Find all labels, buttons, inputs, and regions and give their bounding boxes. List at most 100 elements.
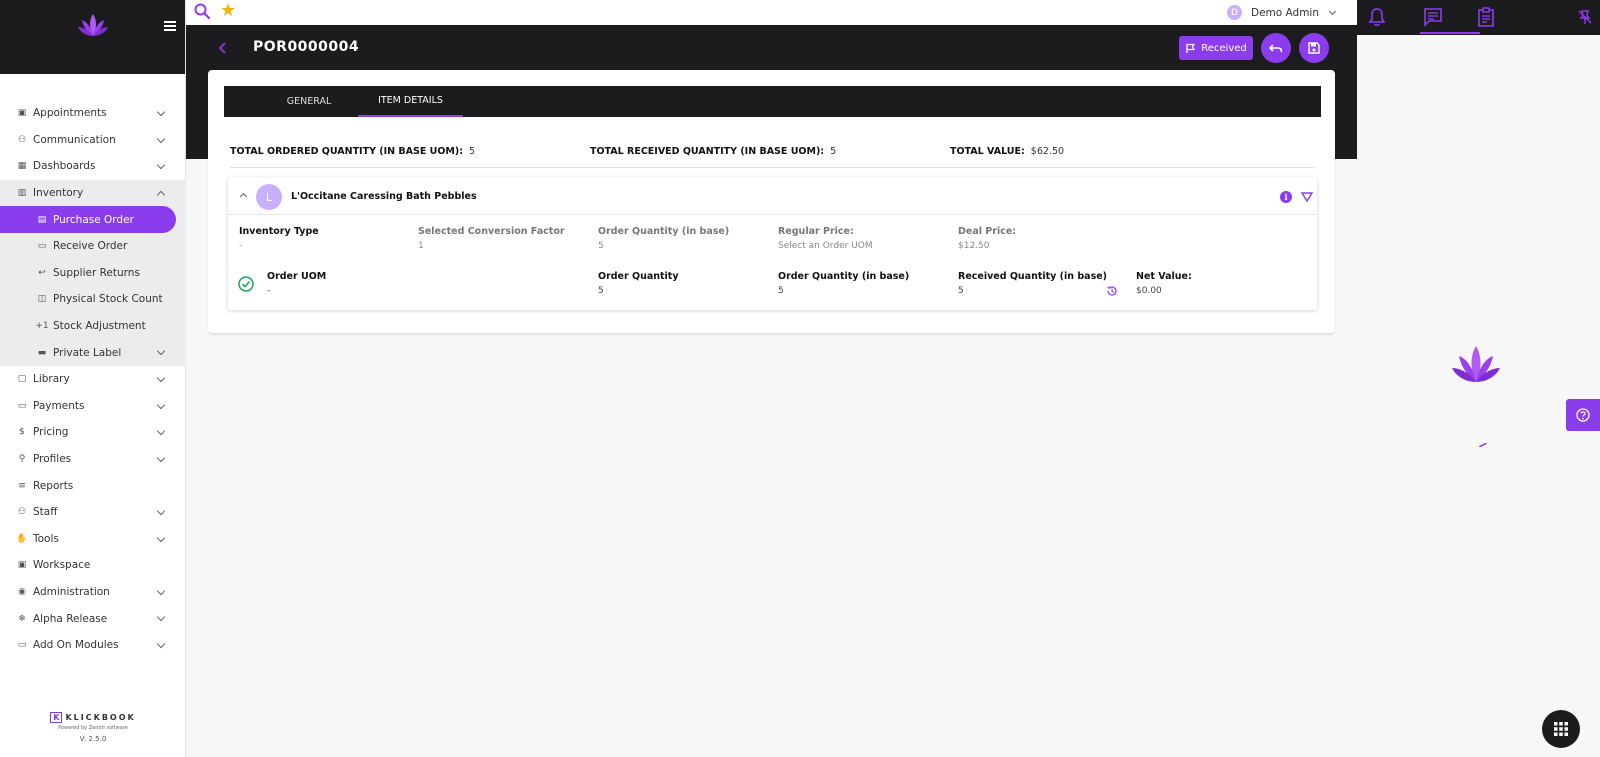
avatar: D [1227, 5, 1242, 20]
sidebar-item-staff[interactable]: ⚇ Staff [0, 499, 186, 526]
chevron-down-icon [156, 613, 166, 622]
brand-name: KLICKBOOK [65, 713, 136, 722]
inventory-type-value: - [239, 241, 243, 251]
sidebar-item-workspace[interactable]: ▣ Workspace [0, 552, 186, 579]
star-icon[interactable]: ★ [220, 1, 236, 21]
sidebar-item-inventory[interactable]: ▥ Inventory [0, 179, 186, 207]
received-qty-label: Received Quantity (in base) [958, 271, 1108, 282]
chevron-up-icon[interactable] [239, 192, 248, 201]
top-bar: ★ D Demo Admin [186, 0, 1357, 25]
return-icon: ↩ [38, 267, 46, 278]
sidebar-item-private-label[interactable]: ▬ Private Label [0, 339, 186, 366]
received-label: Received [1201, 42, 1247, 54]
order-qty-base-2-field: Order Quantity (in base) 5 [778, 271, 909, 296]
history-icon[interactable] [1106, 285, 1118, 297]
regular-price-value: Select an Order UOM [778, 241, 873, 251]
apps-grid-button[interactable] [1542, 710, 1580, 748]
total-received-label: TOTAL RECEIVED QUANTITY (IN BASE UOM): [590, 146, 825, 157]
sidebar-item-supplier-returns[interactable]: ↩ Supplier Returns [0, 260, 186, 287]
sidebar-item-purchase-order[interactable]: ▤ Purchase Order [0, 206, 176, 233]
undo-button[interactable] [1261, 33, 1291, 63]
sidebar-item-appointments[interactable]: ▣ Appointments [0, 100, 186, 127]
purchase-order-card: GENERAL ITEM DETAILS TOTAL ORDERED QUANT… [208, 70, 1335, 334]
order-uom-value: - [267, 286, 271, 296]
people-icon: ⚇ [17, 134, 27, 145]
chevron-down-icon [156, 347, 166, 356]
sidebar-item-physical-stock-count[interactable]: ◫ Physical Stock Count [0, 286, 186, 313]
check-circle-icon[interactable] [238, 276, 254, 292]
inventory-subnav: ▤ Purchase Order ▭ Receive Order ↩ Suppl… [0, 206, 186, 366]
chevron-down-icon [156, 426, 166, 436]
info-icon[interactable]: i [1280, 191, 1292, 203]
inventory-icon: ▥ [17, 188, 27, 199]
chat-icon[interactable] [1422, 6, 1444, 28]
sidebar-item-label: Stock Adjustment [53, 320, 146, 333]
reports-icon: ≡ [18, 480, 26, 491]
chevron-down-icon [156, 134, 166, 143]
sidebar-item-pricing[interactable]: $ Pricing [0, 419, 186, 446]
menu-toggle-icon[interactable] [164, 21, 176, 31]
sidebar-item-tools[interactable]: ✋ Tools [0, 526, 186, 553]
item-avatar: L [256, 184, 282, 210]
sidebar-item-payments[interactable]: ▭ Payments [0, 393, 186, 420]
sidebar-item-stock-adjustment[interactable]: +1 Stock Adjustment [0, 313, 186, 340]
sidebar-item-receive-order[interactable]: ▭ Receive Order [0, 233, 186, 260]
sidebar-item-add-on-modules[interactable]: ▭ Add On Modules [0, 632, 186, 659]
sidebar-item-label: Add On Modules [33, 639, 119, 652]
back-arrow-icon[interactable] [218, 42, 228, 54]
tab-general[interactable]: GENERAL [254, 86, 364, 117]
divider [230, 167, 1315, 168]
lotus-logo-icon[interactable] [76, 12, 110, 40]
chevron-down-icon [156, 107, 166, 117]
net-value-label: Net Value: [1136, 271, 1192, 282]
admin-icon: ◉ [18, 586, 26, 597]
sidebar-item-alpha-release[interactable]: ❄ Alpha Release [0, 605, 186, 632]
sidebar-item-label: Reports [33, 479, 74, 492]
folder-icon: ▭ [17, 640, 27, 651]
order-qty-value: 5 [598, 286, 604, 296]
chevron-down-icon [156, 400, 166, 409]
help-button[interactable] [1566, 399, 1600, 431]
order-qty-label: Order Quantity [598, 271, 679, 282]
chevron-down-icon [156, 373, 166, 383]
sidebar-item-dashboards[interactable]: ▦ Dashboards [0, 153, 186, 180]
total-ordered-value: 5 [469, 146, 476, 157]
clipboard-icon[interactable] [1475, 6, 1497, 28]
stock-icon: ◫ [37, 294, 47, 305]
net-value-field: Net Value: $0.00 [1136, 271, 1192, 296]
document-icon: ▤ [37, 214, 47, 225]
tools-icon: ✋ [16, 533, 28, 544]
deal-price-label: Deal Price: [958, 226, 1017, 237]
help-icon [1576, 408, 1590, 422]
right-toolbar [1357, 0, 1600, 35]
total-value-label: TOTAL VALUE: [950, 146, 1025, 157]
sidebar-item-label: Tools [33, 532, 59, 545]
received-status-button[interactable]: Received [1179, 36, 1253, 60]
net-value-value: $0.00 [1136, 286, 1162, 296]
sidebar-item-profiles[interactable]: ⚲ Profiles [0, 446, 186, 473]
tab-item-details[interactable]: ITEM DETAILS [358, 86, 463, 117]
totals-row: TOTAL ORDERED QUANTITY (IN BASE UOM): 5 T… [230, 146, 1315, 160]
chevron-down-icon [156, 533, 166, 542]
save-button[interactable] [1299, 33, 1329, 63]
brand-mark-icon: K [50, 712, 63, 723]
total-value-amount: $62.50 [1030, 146, 1065, 157]
received-qty-value: 5 [958, 286, 964, 296]
sidebar-item-label: Library [33, 373, 70, 386]
bell-icon[interactable] [1366, 6, 1388, 28]
plus-one-icon: +1 [35, 321, 49, 332]
sidebar-item-library[interactable]: ▢ Library [0, 366, 186, 393]
chevron-down-icon [156, 586, 166, 595]
sidebar: ▣ Appointments ⚇ Communication ▦ Dashboa… [0, 0, 186, 757]
user-menu[interactable]: D Demo Admin [1227, 5, 1337, 20]
sidebar-item-label: Physical Stock Count [53, 293, 163, 306]
sidebar-item-reports[interactable]: ≡ Reports [0, 472, 186, 499]
search-icon[interactable] [194, 3, 210, 19]
dashboard-icon: ▦ [17, 161, 27, 172]
unpin-icon[interactable] [1577, 9, 1593, 25]
filter-icon[interactable] [1301, 191, 1313, 203]
staff-icon: ⚇ [17, 507, 27, 518]
sidebar-item-communication[interactable]: ⚇ Communication [0, 127, 186, 154]
order-qty-base-field: Order Quantity (in base) 5 [598, 226, 729, 251]
sidebar-item-administration[interactable]: ◉ Administration [0, 579, 186, 606]
